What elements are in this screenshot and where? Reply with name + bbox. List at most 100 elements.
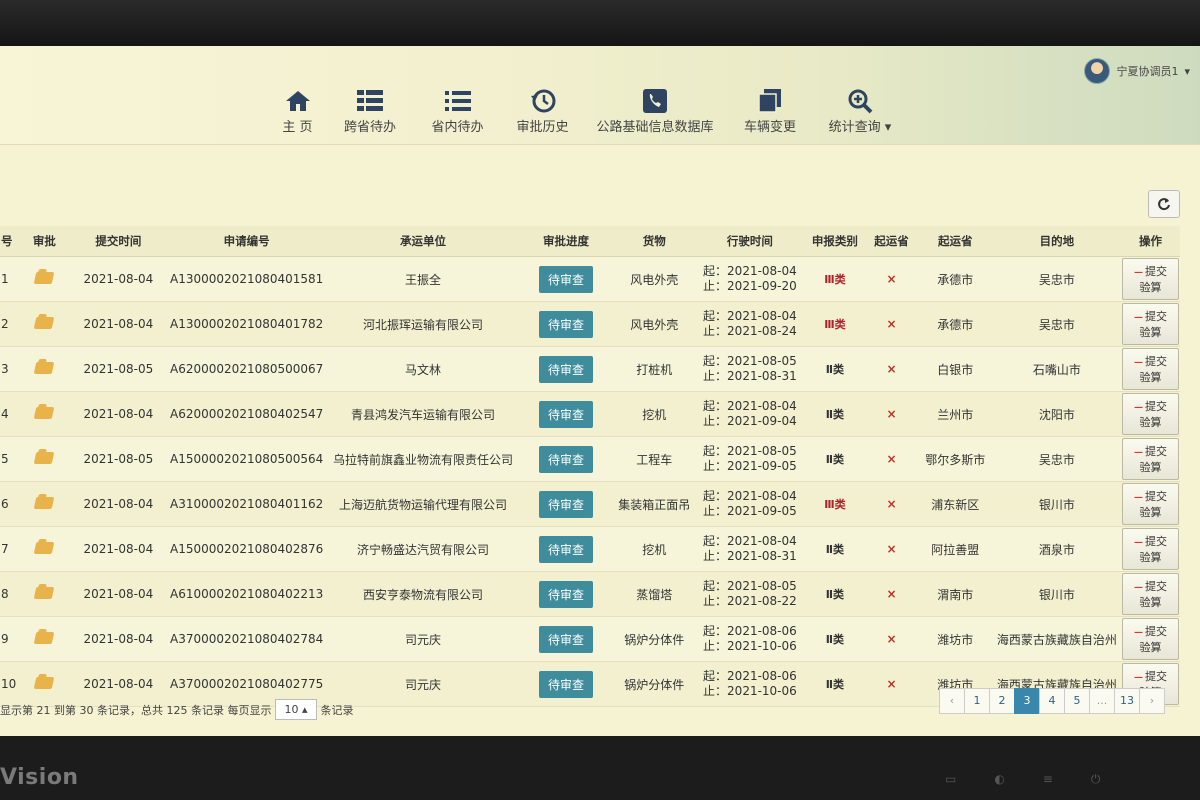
carrier-name[interactable]: 司元庆 [327, 661, 519, 707]
table-row[interactable]: 5 2021-08-05 A150000202108050056​4 乌拉特前旗鑫业物… [0, 436, 1180, 482]
record-info: 显示第 21 到第 30 条记录，总共 125 条记录 每页显示 [0, 703, 272, 717]
folder-icon[interactable] [34, 271, 55, 284]
col-destination[interactable]: 目的地 [992, 226, 1121, 257]
app-id-link[interactable]: A370000202108040278​4 [165, 616, 328, 662]
cargo: 风电外壳 [613, 301, 696, 347]
submit-check-button[interactable]: 提交验算 [1121, 393, 1179, 435]
table-row[interactable]: 1 2021-08-04 A130000202108040158​1 王振全 待审查 风电… [0, 256, 1180, 302]
carrier-name[interactable]: 马文林 [327, 346, 519, 392]
col-class[interactable]: 申报类别 [804, 226, 866, 257]
table-row[interactable]: 4 2021-08-04 A620000202108040254​7 青县鸿发汽车运输… [0, 391, 1180, 437]
app-id-link[interactable]: A150000202108040287​6 [165, 526, 328, 572]
pending-review-button[interactable]: 待审查 [538, 445, 593, 473]
submit-check-button[interactable]: 提交验算 [1121, 528, 1179, 570]
app-id-link[interactable]: A620000202108050006​7 [165, 346, 328, 392]
app-id-link[interactable]: A610000202108040221​3 [165, 571, 328, 617]
folder-icon[interactable] [34, 451, 55, 464]
col-app-id[interactable]: 申请编号 [165, 226, 328, 257]
destination: 沈阳市 [992, 391, 1121, 437]
carrier-name[interactable]: 司元庆 [327, 616, 519, 662]
submit-check-button[interactable]: 提交验算 [1121, 258, 1179, 300]
nav-history[interactable]: 审批历史 [500, 88, 585, 135]
nav-road-database[interactable]: 公路基础信息数据库 [585, 88, 725, 135]
monitor-brand-logo: Vision [0, 765, 79, 790]
page-item[interactable]: 1 [964, 688, 990, 714]
app-id-link[interactable]: A310000202108040116​2 [165, 481, 328, 527]
submit-check-button[interactable]: 提交验算 [1121, 348, 1179, 390]
table-row[interactable]: 2 2021-08-04 A130000202108040178​2 河北振珲运输有限… [0, 301, 1180, 347]
folder-icon[interactable] [34, 586, 55, 599]
folder-icon[interactable] [34, 631, 55, 644]
carrier-name[interactable]: 乌拉特前旗鑫业物流有限责任公司 [327, 436, 519, 482]
col-origin[interactable]: 起运省 [917, 226, 993, 257]
col-cargo[interactable]: 货物 [613, 226, 696, 257]
submit-check-button[interactable]: 提交验算 [1121, 483, 1179, 525]
pending-review-button[interactable]: 待审查 [538, 535, 593, 563]
carrier-name[interactable]: 河北振珲运输有限公司 [327, 301, 519, 347]
col-carrier[interactable]: 承运单位 [327, 226, 519, 257]
col-submit-time[interactable]: 提交时间 [70, 226, 166, 257]
app-id-link[interactable]: A620000202108040254​7 [165, 391, 328, 437]
nav-home[interactable]: 主 页 [270, 88, 325, 135]
page-item[interactable]: 3 [1014, 688, 1040, 714]
folder-icon[interactable] [34, 406, 55, 419]
pending-review-button[interactable]: 待审查 [538, 400, 593, 428]
nav-vehicle-change[interactable]: 车辆变更 [725, 88, 815, 135]
col-origin-flag[interactable]: 起运省 [865, 226, 918, 257]
submit-check-button[interactable]: 提交验算 [1121, 438, 1179, 480]
pending-review-button[interactable]: 待审查 [538, 490, 593, 518]
table-row[interactable]: 7 2021-08-04 A150000202108040287​6 济宁畅盛达汽贸有… [0, 526, 1180, 572]
page-item[interactable]: 13 [1114, 688, 1140, 714]
user-menu[interactable]: 宁夏协调员1 ▾ [1084, 58, 1190, 84]
page-prev[interactable]: ‹ [939, 688, 965, 714]
approve-cell [17, 256, 71, 302]
app-id-link[interactable]: A130000202108040178​2 [165, 301, 328, 347]
home-icon [270, 88, 325, 114]
pending-review-button[interactable]: 待审查 [538, 580, 593, 608]
pending-review-button[interactable]: 待审查 [538, 670, 593, 698]
col-approve[interactable]: 审批 [17, 226, 71, 257]
folder-icon[interactable] [34, 676, 55, 689]
carrier-name[interactable]: 王振全 [327, 256, 519, 302]
pending-review-button[interactable]: 待审查 [538, 625, 593, 653]
pending-review-button[interactable]: 待审查 [538, 265, 593, 293]
page-size-select[interactable]: 10 ▴ [275, 699, 317, 720]
action-cell: 提交验算 [1120, 301, 1180, 347]
col-travel-time[interactable]: 行驶时间 [695, 226, 805, 257]
refresh-button[interactable] [1148, 190, 1180, 218]
carrier-name[interactable]: 上海迈航货物运输代理有限公司 [327, 481, 519, 527]
pending-review-button[interactable]: 待审查 [538, 355, 593, 383]
submit-check-button[interactable]: 提交验算 [1121, 303, 1179, 345]
cargo: 锅炉分体件 [613, 661, 696, 707]
folder-icon[interactable] [34, 541, 55, 554]
nav-in-province[interactable]: 省内待办 [415, 88, 500, 135]
table-row[interactable]: 9 2021-08-04 A370000202108040278​4 司元庆 待审查 锅炉… [0, 616, 1180, 662]
carrier-name[interactable]: 西安亨泰物流有限公司 [327, 571, 519, 617]
nav-statistics[interactable]: 统计查询 ▾ [815, 88, 905, 135]
folder-icon[interactable] [34, 361, 55, 374]
page-item[interactable]: 4 [1039, 688, 1065, 714]
table-row[interactable]: 6 2021-08-04 A310000202108040116​2 上海迈航货物运输… [0, 481, 1180, 527]
submit-check-button[interactable]: 提交验算 [1121, 573, 1179, 615]
folder-icon[interactable] [34, 316, 55, 329]
page-item[interactable]: ... [1089, 688, 1115, 714]
nav-cross-province[interactable]: 跨省待办 [325, 88, 415, 135]
app-id-link[interactable]: A150000202108050056​4 [165, 436, 328, 482]
col-no[interactable]: 号 [0, 226, 18, 257]
folder-icon[interactable] [34, 496, 55, 509]
col-action[interactable]: 操作 [1120, 226, 1180, 257]
submit-check-button[interactable]: 提交验算 [1121, 618, 1179, 660]
col-progress[interactable]: 审批进度 [518, 226, 614, 257]
chevron-down-icon: ▾ [1184, 64, 1190, 78]
main-nav: 主 页 跨省待办 省内待办 审批历史 公路基础信息数据库 车辆变更 统计查询 ▾ [270, 88, 905, 135]
page-item[interactable]: 2 [989, 688, 1015, 714]
page-next[interactable]: › [1139, 688, 1165, 714]
page-item[interactable]: 5 [1064, 688, 1090, 714]
carrier-name[interactable]: 青县鸿发汽车运输有限公司 [327, 391, 519, 437]
carrier-name[interactable]: 济宁畅盛达汽贸有限公司 [327, 526, 519, 572]
pending-review-button[interactable]: 待审查 [538, 310, 593, 338]
table-row[interactable]: 8 2021-08-04 A610000202108040221​3 西安亨泰物流有限… [0, 571, 1180, 617]
table-row[interactable]: 3 2021-08-05 A620000202108050006​7 马文林 待审查 打桩… [0, 346, 1180, 392]
travel-period: 起：2021-08-04 止：2021-08-31 [695, 526, 805, 572]
app-id-link[interactable]: A130000202108040158​1 [165, 256, 328, 302]
